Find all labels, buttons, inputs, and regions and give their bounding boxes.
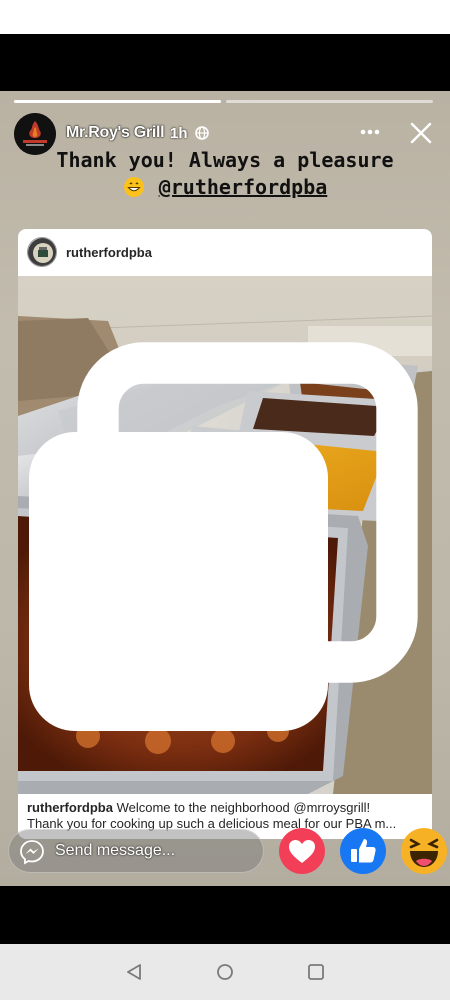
story-caption-text: Thank you! Always a pleasure <box>56 148 394 172</box>
more-icon[interactable] <box>358 123 382 141</box>
haha-reaction-button[interactable] <box>400 827 448 875</box>
home-icon[interactable] <box>216 963 234 981</box>
heart-icon <box>279 828 325 874</box>
laughing-emoji-icon <box>401 828 447 874</box>
like-reaction-button[interactable] <box>339 827 387 875</box>
love-reaction-button[interactable] <box>278 827 326 875</box>
story-progress-1 <box>14 100 221 103</box>
story-username[interactable]: Mr.Roy's Grill <box>66 124 165 142</box>
bottom-letterbox <box>0 886 450 944</box>
send-message-input[interactable]: Send message... <box>8 829 264 873</box>
story-timestamp: 1h <box>170 125 188 142</box>
back-icon[interactable] <box>125 963 143 981</box>
story-reply-bar: Send message... <box>0 819 450 886</box>
send-message-placeholder: Send message... <box>55 842 176 859</box>
post-avatar[interactable] <box>27 237 57 267</box>
story-caption-line2: @rutherfordpba <box>0 175 450 199</box>
post-username[interactable]: rutherfordpba <box>66 245 152 260</box>
pba-badge-icon <box>28 238 56 266</box>
status-bar <box>0 0 450 34</box>
grinning-emoji-icon <box>123 177 144 197</box>
post-caption-username[interactable]: rutherfordpba <box>27 800 113 815</box>
close-icon[interactable] <box>410 122 432 144</box>
story-mention-link[interactable]: @rutherfordpba <box>159 175 328 199</box>
thumbs-up-icon <box>340 828 386 874</box>
story-view[interactable]: Mr.Roy's Grill 1h Thank you! Always a pl… <box>0 91 450 886</box>
shared-post-card[interactable]: rutherfordpba rutherfordpba Welcome to t… <box>18 229 432 839</box>
post-photo[interactable] <box>18 276 432 794</box>
globe-icon <box>195 126 209 140</box>
post-header: rutherfordpba <box>18 229 432 275</box>
post-caption-text-1: Welcome to the neighborhood @mrroysgrill… <box>112 800 371 815</box>
top-letterbox <box>0 34 450 91</box>
multiple-photos-icon <box>29 342 418 731</box>
android-nav-bar <box>0 944 450 1000</box>
story-progress-2 <box>226 100 433 103</box>
recents-icon[interactable] <box>307 963 325 981</box>
messenger-icon <box>20 840 44 865</box>
story-progress-fill-1 <box>14 100 221 103</box>
